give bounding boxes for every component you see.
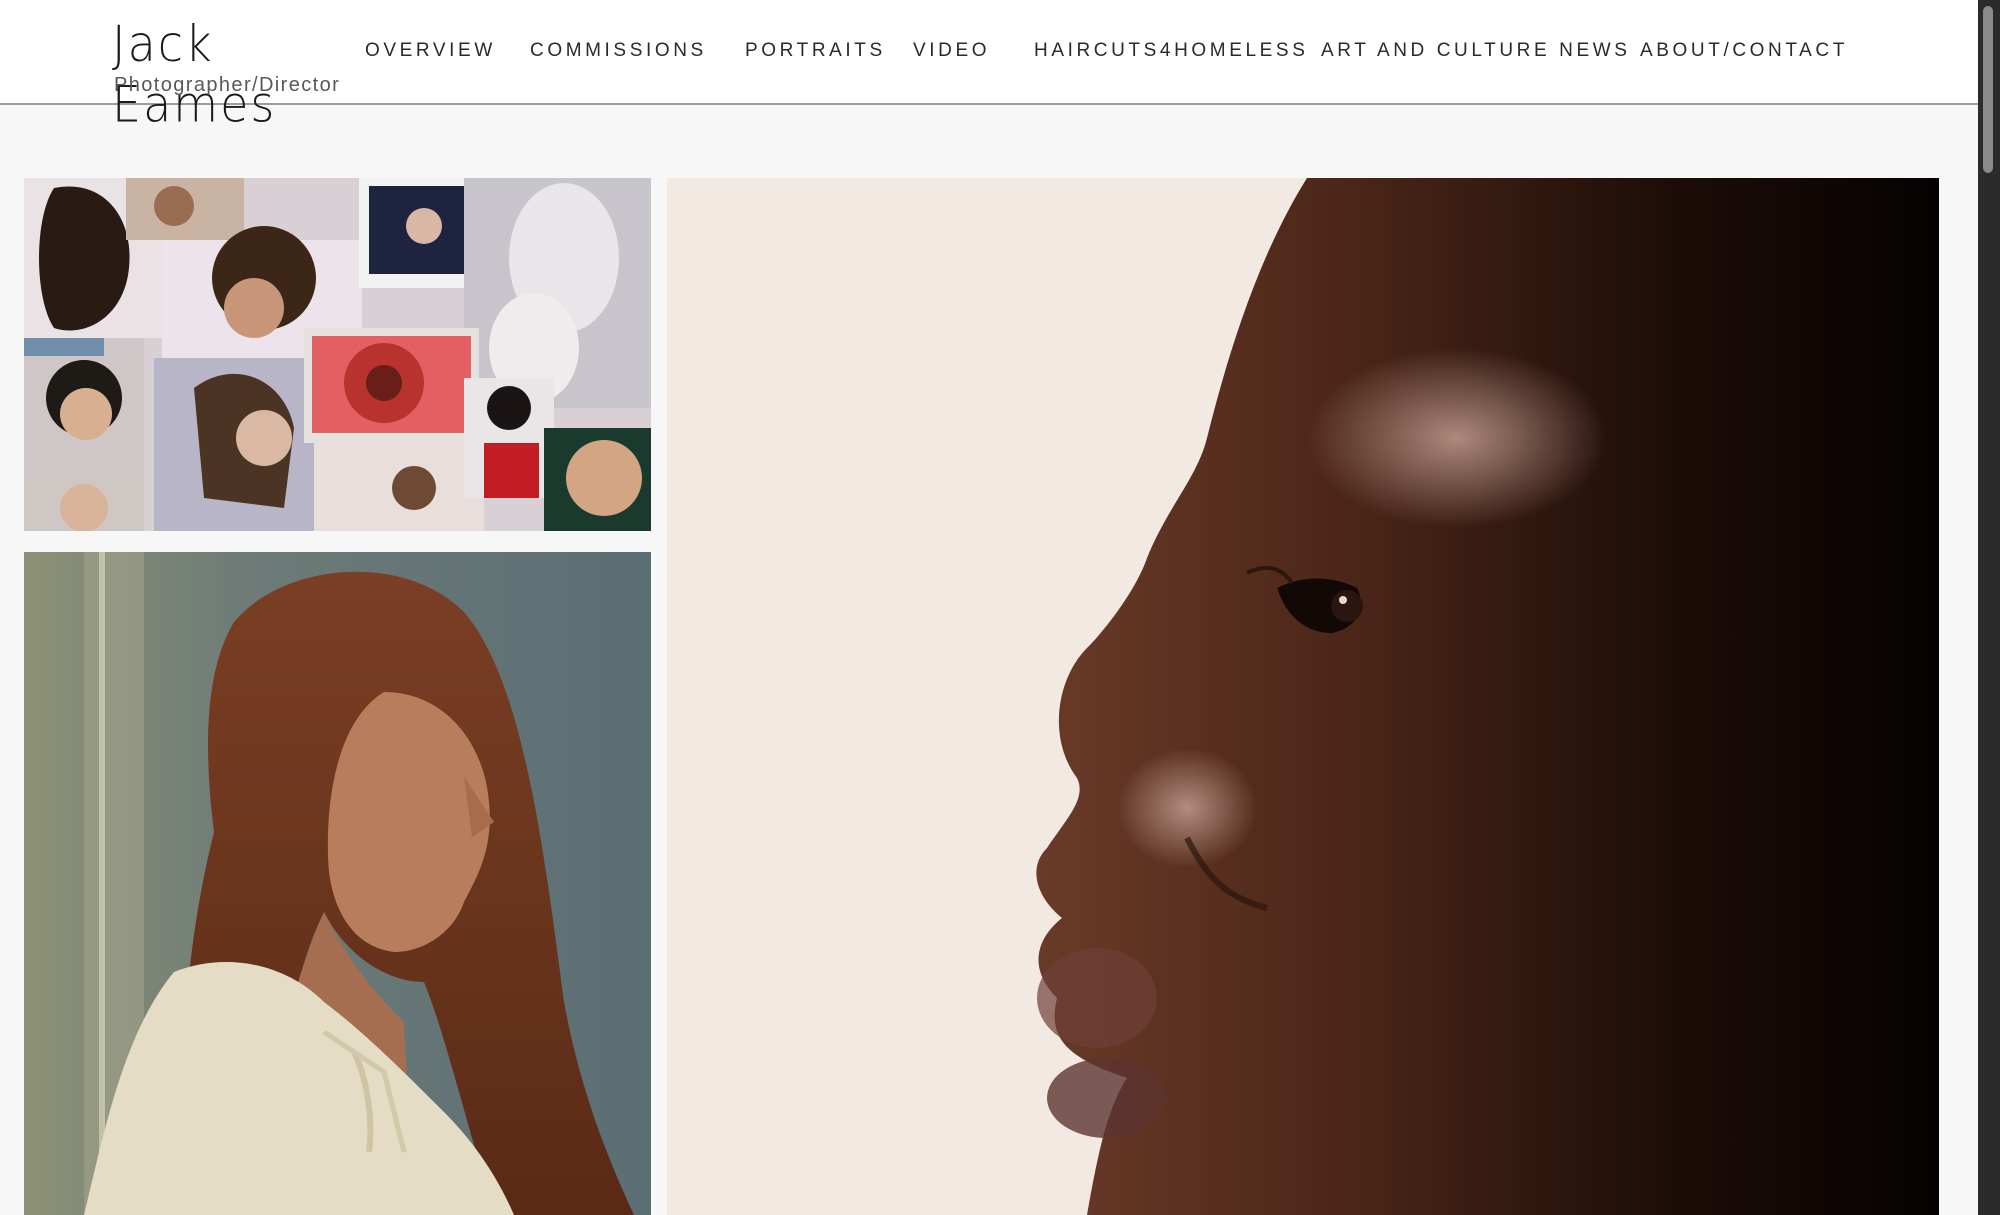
nav-item-portraits[interactable]: PORTRAITS <box>745 40 886 62</box>
profile-portrait-image <box>667 178 1939 1215</box>
profile-portrait-tile[interactable] <box>667 178 1939 1215</box>
site-logo[interactable]: Jack Eames Photographer/Director <box>112 15 339 134</box>
page-scrollbar[interactable] <box>1978 0 2000 1215</box>
logo-tagline: Photographer/Director <box>114 74 341 96</box>
scrollbar-thumb[interactable] <box>1983 6 1993 173</box>
nav-item-haircuts4homeless[interactable]: HAIRCUTS4HOMELESS <box>1034 40 1308 62</box>
long-hair-portrait-image <box>24 552 651 1215</box>
nav-item-video[interactable]: VIDEO <box>913 40 990 62</box>
collage-tile[interactable] <box>24 178 651 531</box>
nav-item-commissions[interactable]: COMMISSIONS <box>530 40 707 62</box>
nav-item-about-contact[interactable]: ABOUT/CONTACT <box>1640 40 1848 62</box>
nav-item-overview[interactable]: OVERVIEW <box>365 40 496 62</box>
nav-item-art-and-culture-news[interactable]: ART AND CULTURE NEWS <box>1321 40 1631 62</box>
collage-image <box>24 178 651 531</box>
long-hair-portrait-tile[interactable] <box>24 552 651 1215</box>
site-header: Jack Eames Photographer/Director OVERVIE… <box>0 0 1978 134</box>
